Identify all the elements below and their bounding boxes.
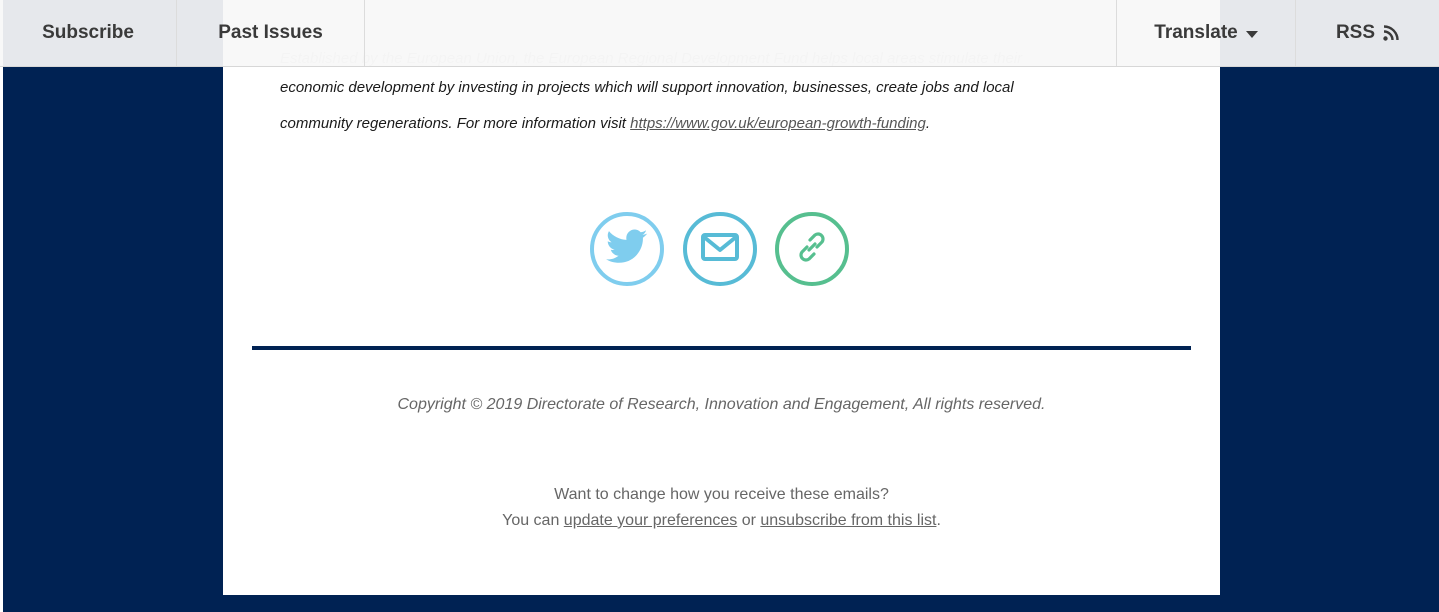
european-growth-funding-link[interactable]: https://www.gov.uk/european-growth-fundi… (630, 115, 926, 132)
paragraph-line-2: economic development by investing in pro… (280, 79, 1014, 96)
caret-down-icon (1245, 30, 1258, 38)
top-navigation-bar: Subscribe Past Issues Translate RSS (0, 0, 1439, 67)
subscribe-button[interactable]: Subscribe (0, 0, 177, 66)
translate-dropdown[interactable]: Translate (1116, 0, 1296, 66)
past-issues-button[interactable]: Past Issues (177, 0, 365, 66)
preferences-prompt: Want to change how you receive these ema… (554, 486, 889, 503)
link-share-button[interactable] (775, 212, 849, 286)
footer-divider (252, 346, 1191, 350)
link-icon (793, 228, 831, 271)
or-text: or (737, 512, 761, 529)
preferences-line: You can update your preferences or unsub… (223, 512, 1220, 530)
you-can-text: You can (502, 512, 564, 529)
unsubscribe-link[interactable]: unsubscribe from this list (760, 512, 936, 529)
email-content-card: Established by the European Union, the E… (223, 0, 1220, 595)
copyright-text: Copyright © 2019 Directorate of Research… (397, 396, 1046, 413)
page: Established by the European Union, the E… (0, 0, 1439, 612)
twitter-share-button[interactable] (590, 212, 664, 286)
rss-label: RSS (1335, 22, 1376, 43)
subscribe-label: Subscribe (42, 22, 134, 43)
rss-icon (1383, 25, 1399, 41)
rss-button[interactable]: RSS (1296, 0, 1439, 66)
paragraph-line-3-text: community regenerations. For more inform… (280, 115, 631, 132)
end-period: . (936, 512, 941, 529)
email-icon (700, 231, 740, 268)
paragraph-line-3: community regenerations. For more inform… (280, 106, 1160, 142)
paragraph-end-period: . (925, 115, 931, 132)
twitter-icon (606, 229, 648, 270)
past-issues-label: Past Issues (218, 22, 323, 43)
update-preferences-link[interactable]: update your preferences (564, 512, 737, 529)
email-share-button[interactable] (683, 212, 757, 286)
translate-label: Translate (1154, 22, 1238, 43)
